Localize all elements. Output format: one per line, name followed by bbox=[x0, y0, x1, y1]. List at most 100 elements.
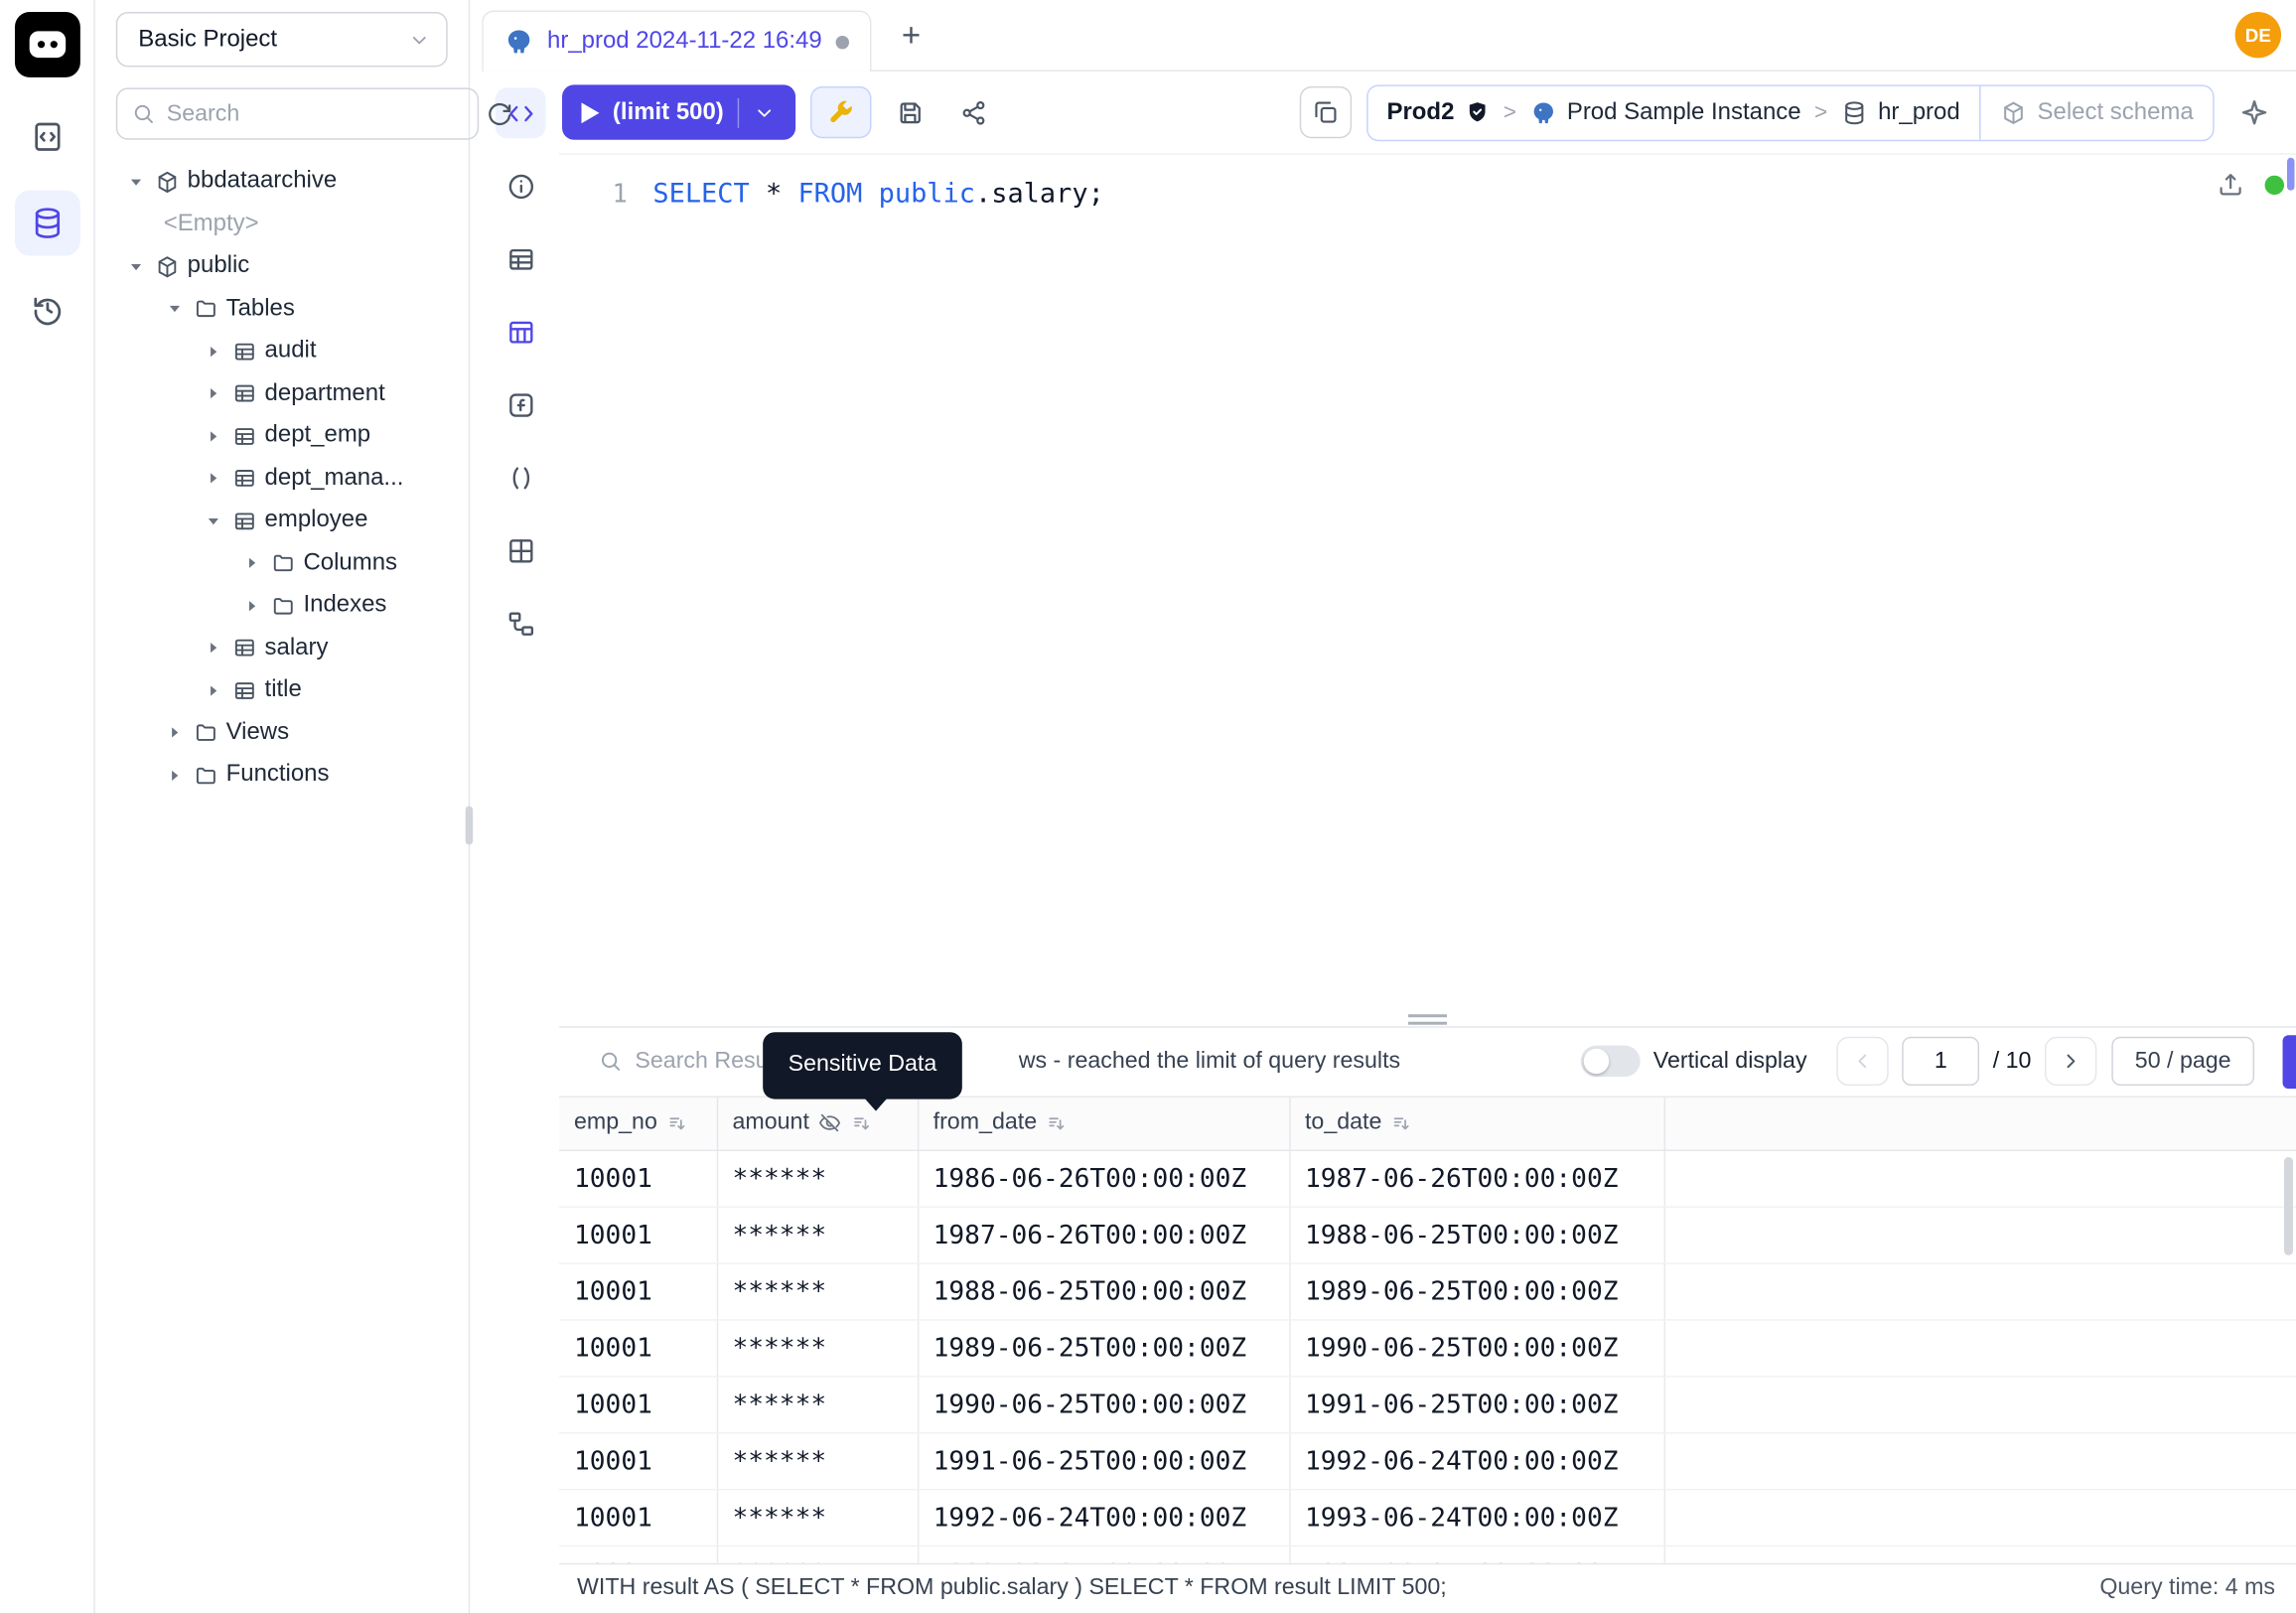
vertical-display-toggle[interactable] bbox=[1580, 1046, 1640, 1077]
table-cell[interactable]: 1989-06-25T00:00:00Z bbox=[918, 1320, 1289, 1377]
eye-off-icon[interactable] bbox=[818, 1111, 842, 1135]
table-cell[interactable]: 1990-06-25T00:00:00Z bbox=[1289, 1320, 1663, 1377]
caret-right-icon[interactable] bbox=[203, 679, 224, 701]
select-schema-button[interactable]: Select schema bbox=[1979, 85, 2213, 139]
save-button[interactable] bbox=[886, 87, 934, 136]
table-cell[interactable]: ****** bbox=[717, 1320, 918, 1377]
sidebar-search[interactable] bbox=[116, 87, 479, 139]
caret-right-icon[interactable] bbox=[203, 637, 224, 659]
sample-data-button[interactable] bbox=[496, 306, 546, 357]
tree-item-tables[interactable]: Tables bbox=[95, 288, 469, 331]
sql-editor[interactable]: 1 SELECT * FROM public.salary; bbox=[559, 155, 2296, 1012]
table-cell[interactable]: 1992-06-24T00:00:00Z bbox=[1289, 1433, 1663, 1490]
table-cell[interactable]: 1992-06-24T00:00:00Z bbox=[918, 1490, 1289, 1546]
panel-splitter[interactable] bbox=[559, 1012, 2296, 1027]
schema-diagram-button[interactable] bbox=[496, 598, 546, 649]
tree-item-functions[interactable]: Functions bbox=[95, 754, 469, 797]
caret-down-icon[interactable] bbox=[203, 510, 224, 531]
table-cell[interactable]: 10001 bbox=[559, 1546, 717, 1562]
table-scrollbar[interactable] bbox=[2284, 1156, 2293, 1254]
table-cell[interactable]: 1988-06-25T00:00:00Z bbox=[1289, 1207, 1663, 1263]
table-cell[interactable]: 1993-06-24T00:00:00Z bbox=[918, 1546, 1289, 1562]
sidebar-resize-handle[interactable] bbox=[466, 806, 473, 845]
table-row[interactable]: 10001******1993-06-24T00:00:00Z1994-06-2… bbox=[559, 1546, 2296, 1562]
tree-item-salary[interactable]: salary bbox=[95, 627, 469, 669]
table-cell[interactable]: ****** bbox=[717, 1207, 918, 1263]
table-cell[interactable]: ****** bbox=[717, 1546, 918, 1562]
chevron-down-icon[interactable] bbox=[752, 100, 776, 124]
table-row[interactable]: 10001******1990-06-25T00:00:00Z1991-06-2… bbox=[559, 1377, 2296, 1433]
table-row[interactable]: 10001******1992-06-24T00:00:00Z1993-06-2… bbox=[559, 1490, 2296, 1546]
caret-down-icon[interactable] bbox=[164, 298, 186, 320]
external-tables-button[interactable] bbox=[496, 525, 546, 576]
share-button[interactable] bbox=[949, 87, 998, 136]
caret-right-icon[interactable] bbox=[203, 425, 224, 447]
table-cell[interactable]: ****** bbox=[717, 1263, 918, 1320]
column-header-emp-no[interactable]: emp_no bbox=[559, 1097, 717, 1150]
refresh-button[interactable] bbox=[485, 89, 514, 138]
history-nav[interactable] bbox=[14, 277, 79, 343]
batch-query-button[interactable] bbox=[1299, 86, 1351, 138]
caret-right-icon[interactable] bbox=[203, 341, 224, 363]
page-input[interactable] bbox=[1902, 1037, 1979, 1086]
table-cell[interactable]: 1987-06-26T00:00:00Z bbox=[918, 1207, 1289, 1263]
table-cell[interactable]: ****** bbox=[717, 1490, 918, 1546]
table-cell[interactable]: 10001 bbox=[559, 1490, 717, 1546]
run-button[interactable]: (limit 500) bbox=[562, 84, 795, 139]
prev-page-button[interactable] bbox=[1837, 1037, 1889, 1086]
caret-down-icon[interactable] bbox=[125, 171, 147, 193]
sort-icon[interactable] bbox=[851, 1112, 873, 1134]
caret-right-icon[interactable] bbox=[241, 595, 263, 617]
database-item[interactable]: hr_prod bbox=[1841, 99, 1960, 126]
table-cell[interactable]: 1994-06-24T00:00:00Z bbox=[1289, 1546, 1663, 1562]
tree-item-dept-mana[interactable]: dept_mana... bbox=[95, 457, 469, 500]
table-cell[interactable]: ****** bbox=[717, 1377, 918, 1433]
table-row[interactable]: 10001******1988-06-25T00:00:00Z1989-06-2… bbox=[559, 1263, 2296, 1320]
sort-icon[interactable] bbox=[666, 1112, 688, 1134]
caret-right-icon[interactable] bbox=[241, 552, 263, 574]
caret-right-icon[interactable] bbox=[203, 382, 224, 404]
user-avatar[interactable]: DE bbox=[2235, 12, 2281, 58]
project-selector[interactable]: Basic Project bbox=[116, 12, 448, 67]
tree-item-audit[interactable]: audit bbox=[95, 330, 469, 372]
tree-item-views[interactable]: Views bbox=[95, 712, 469, 755]
table-cell[interactable]: 1990-06-25T00:00:00Z bbox=[918, 1377, 1289, 1433]
tree-item-bbdataarchive[interactable]: bbdataarchive bbox=[95, 161, 469, 204]
column-header-from-date[interactable]: from_date bbox=[918, 1097, 1289, 1150]
table-cell[interactable]: 1991-06-25T00:00:00Z bbox=[1289, 1377, 1663, 1433]
editor-scrollbar[interactable] bbox=[2287, 158, 2294, 191]
caret-right-icon[interactable] bbox=[164, 764, 186, 786]
worksheet-nav[interactable] bbox=[14, 104, 79, 170]
table-row[interactable]: 10001******1991-06-25T00:00:00Z1992-06-2… bbox=[559, 1433, 2296, 1490]
table-cell[interactable]: 10001 bbox=[559, 1263, 717, 1320]
page-size-select[interactable]: 50 / page bbox=[2111, 1037, 2254, 1086]
table-cell[interactable]: 1989-06-25T00:00:00Z bbox=[1289, 1263, 1663, 1320]
instance-item[interactable]: Prod Sample Instance bbox=[1529, 99, 1800, 126]
table-cell[interactable]: 1986-06-26T00:00:00Z bbox=[918, 1150, 1289, 1207]
table-cell[interactable]: 10001 bbox=[559, 1320, 717, 1377]
tree-item-department[interactable]: department bbox=[95, 372, 469, 415]
column-header-to-date[interactable]: to_date bbox=[1289, 1097, 1663, 1150]
tree-item-columns[interactable]: Columns bbox=[95, 542, 469, 585]
sort-icon[interactable] bbox=[1046, 1112, 1068, 1134]
database-nav[interactable] bbox=[14, 191, 79, 256]
tree-item-indexes[interactable]: Indexes bbox=[95, 584, 469, 627]
table-row[interactable]: 10001******1986-06-26T00:00:00Z1987-06-2… bbox=[559, 1150, 2296, 1207]
table-cell[interactable]: 10001 bbox=[559, 1207, 717, 1263]
tree-item-employee[interactable]: employee bbox=[95, 500, 469, 542]
table-cell[interactable]: ****** bbox=[717, 1150, 918, 1207]
caret-down-icon[interactable] bbox=[125, 255, 147, 277]
tree-item-title[interactable]: title bbox=[95, 669, 469, 712]
table-cell[interactable]: ****** bbox=[717, 1433, 918, 1490]
environment-badge[interactable]: Prod2 bbox=[1386, 99, 1490, 126]
tree-item-empty[interactable]: <Empty> bbox=[95, 203, 469, 245]
caret-right-icon[interactable] bbox=[203, 468, 224, 490]
sort-icon[interactable] bbox=[1390, 1112, 1412, 1134]
tables-button[interactable] bbox=[496, 233, 546, 284]
tab-hr-prod[interactable]: hr_prod 2024-11-22 16:49 bbox=[482, 10, 871, 71]
caret-right-icon[interactable] bbox=[164, 722, 186, 744]
table-cell[interactable]: 10001 bbox=[559, 1377, 717, 1433]
next-page-button[interactable] bbox=[2045, 1037, 2096, 1086]
table-cell[interactable]: 10001 bbox=[559, 1433, 717, 1490]
search-input[interactable] bbox=[167, 100, 464, 127]
